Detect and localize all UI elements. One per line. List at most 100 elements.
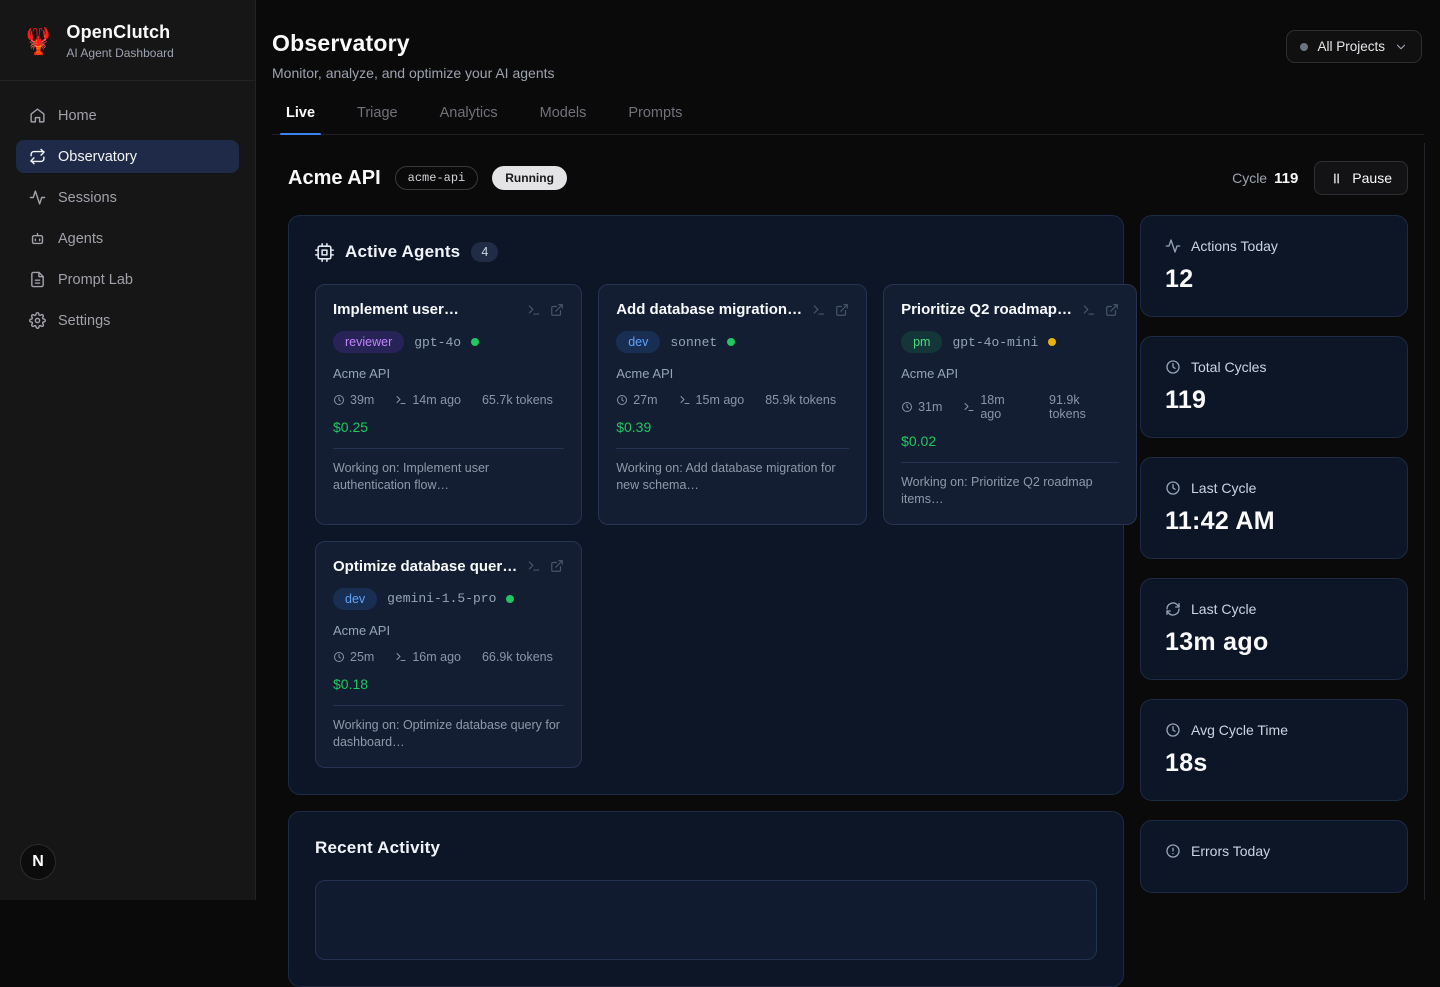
external-link-icon[interactable] [835, 303, 849, 317]
scrollbar-track[interactable] [1424, 143, 1425, 900]
sidebar-item-agents[interactable]: Agents [16, 222, 239, 255]
clock-icon [333, 394, 345, 406]
sidebar-item-observatory[interactable]: Observatory [16, 140, 239, 173]
clock-icon [333, 651, 345, 663]
stat-label: Last Cycle [1191, 601, 1256, 617]
agent-duration: 25m [350, 650, 374, 664]
sidebar-item-prompt-lab[interactable]: Prompt Lab [16, 263, 239, 296]
stat-card-errors-today: Errors Today [1140, 820, 1408, 893]
sidebar-item-label: Sessions [58, 190, 117, 206]
sidebar-item-settings[interactable]: Settings [16, 304, 239, 337]
sidebar-item-label: Observatory [58, 149, 137, 165]
stat-value: 13m ago [1165, 628, 1383, 657]
status-dot-icon [506, 595, 514, 603]
agent-last-action: 18m ago [980, 393, 1028, 421]
agent-task-title: Prioritize Q2 roadmap… [901, 301, 1072, 318]
cpu-icon [315, 243, 334, 262]
stat-card-total-cycles: Total Cycles 119 [1140, 336, 1408, 438]
clock-icon [616, 394, 628, 406]
agent-duration: 39m [350, 393, 374, 407]
status-badge: Running [492, 166, 567, 190]
tab-prompts[interactable]: Prompts [626, 105, 684, 134]
clock-icon [1165, 480, 1181, 496]
sidebar-item-label: Home [58, 108, 97, 124]
agent-tokens: 85.9k tokens [765, 393, 836, 407]
agent-cost: $0.18 [333, 676, 564, 692]
activity-icon [29, 189, 46, 206]
agent-project: Acme API [616, 366, 849, 381]
agent-last-action: 14m ago [412, 393, 461, 407]
page-title: Observatory [272, 30, 555, 57]
agent-card[interactable]: Implement user… reviewer gpt-4o [315, 284, 582, 525]
agent-duration: 27m [633, 393, 657, 407]
terminal-icon[interactable] [1082, 303, 1096, 317]
terminal-icon[interactable] [812, 303, 826, 317]
clock-icon [901, 401, 913, 413]
clock-icon [1165, 359, 1181, 375]
model-name: gemini-1.5-pro [387, 591, 496, 606]
agent-working-on: Working on: Prioritize Q2 roadmap items… [901, 474, 1119, 508]
terminal-icon[interactable] [527, 559, 541, 573]
tab-live[interactable]: Live [284, 105, 317, 134]
model-name: gpt-4o-mini [952, 335, 1038, 350]
agent-project: Acme API [333, 366, 564, 381]
project-filter-dropdown[interactable]: All Projects [1286, 30, 1422, 63]
role-badge: dev [616, 331, 660, 353]
tab-triage[interactable]: Triage [355, 105, 400, 134]
stat-label: Total Cycles [1191, 359, 1266, 375]
gear-icon [29, 312, 46, 329]
sidebar-item-home[interactable]: Home [16, 99, 239, 132]
app-title: OpenClutch [66, 22, 173, 43]
stat-card-last-cycle-ago: Last Cycle 13m ago [1140, 578, 1408, 680]
agent-tokens: 65.7k tokens [482, 393, 553, 407]
chevron-down-icon [1394, 40, 1408, 54]
cycle-count: 119 [1274, 170, 1298, 187]
role-badge: reviewer [333, 331, 404, 353]
terminal-icon [679, 394, 691, 406]
recent-activity-panel: Recent Activity [288, 811, 1124, 987]
sidebar: 🦞 OpenClutch AI Agent Dashboard Home Obs… [0, 0, 256, 900]
home-icon [29, 107, 46, 124]
pause-icon [1330, 172, 1343, 185]
activity-list-item[interactable] [315, 880, 1097, 960]
stat-value: 119 [1165, 386, 1383, 415]
terminal-icon[interactable] [527, 303, 541, 317]
agent-card[interactable]: Add database migration… dev sonnet [598, 284, 867, 525]
main-area: Observatory Monitor, analyze, and optimi… [256, 0, 1440, 900]
stat-value: 12 [1165, 265, 1383, 294]
external-link-icon[interactable] [550, 303, 564, 317]
external-link-icon[interactable] [1105, 303, 1119, 317]
external-link-icon[interactable] [550, 559, 564, 573]
nextjs-badge-icon[interactable]: N [20, 844, 56, 880]
sidebar-item-sessions[interactable]: Sessions [16, 181, 239, 214]
agent-working-on: Working on: Implement user authenticatio… [333, 460, 564, 494]
agent-cost: $0.25 [333, 419, 564, 435]
agent-card[interactable]: Prioritize Q2 roadmap… pm gpt-4o-mini [883, 284, 1137, 525]
stat-value: 11:42 AM [1165, 507, 1383, 536]
project-filter-label: All Projects [1317, 39, 1385, 54]
tab-models[interactable]: Models [538, 105, 589, 134]
pause-button-label: Pause [1352, 170, 1392, 186]
terminal-icon [395, 651, 407, 663]
agent-tokens: 66.9k tokens [482, 650, 553, 664]
agent-card[interactable]: Optimize database quer… dev gemini-1.5-p… [315, 541, 582, 768]
stat-label: Actions Today [1191, 238, 1278, 254]
agent-project: Acme API [901, 366, 1119, 381]
file-text-icon [29, 271, 46, 288]
recent-activity-title: Recent Activity [315, 838, 440, 858]
repeat-icon [29, 148, 46, 165]
active-agents-count: 4 [471, 242, 498, 262]
tab-bar: Live Triage Analytics Models Prompts [272, 105, 1424, 135]
pause-button[interactable]: Pause [1314, 161, 1408, 195]
status-dot-icon [727, 338, 735, 346]
agent-working-on: Working on: Optimize database query for … [333, 717, 564, 751]
active-agents-panel: Active Agents 4 Implement user… [288, 215, 1124, 795]
agent-cost: $0.02 [901, 433, 1119, 449]
sidebar-nav: Home Observatory Sessions Agents Prompt … [0, 81, 255, 363]
model-name: sonnet [670, 335, 717, 350]
app-subtitle: AI Agent Dashboard [66, 46, 173, 60]
cycle-label: Cycle [1232, 170, 1267, 186]
status-dot-icon [1048, 338, 1056, 346]
agent-project: Acme API [333, 623, 564, 638]
tab-analytics[interactable]: Analytics [438, 105, 500, 134]
